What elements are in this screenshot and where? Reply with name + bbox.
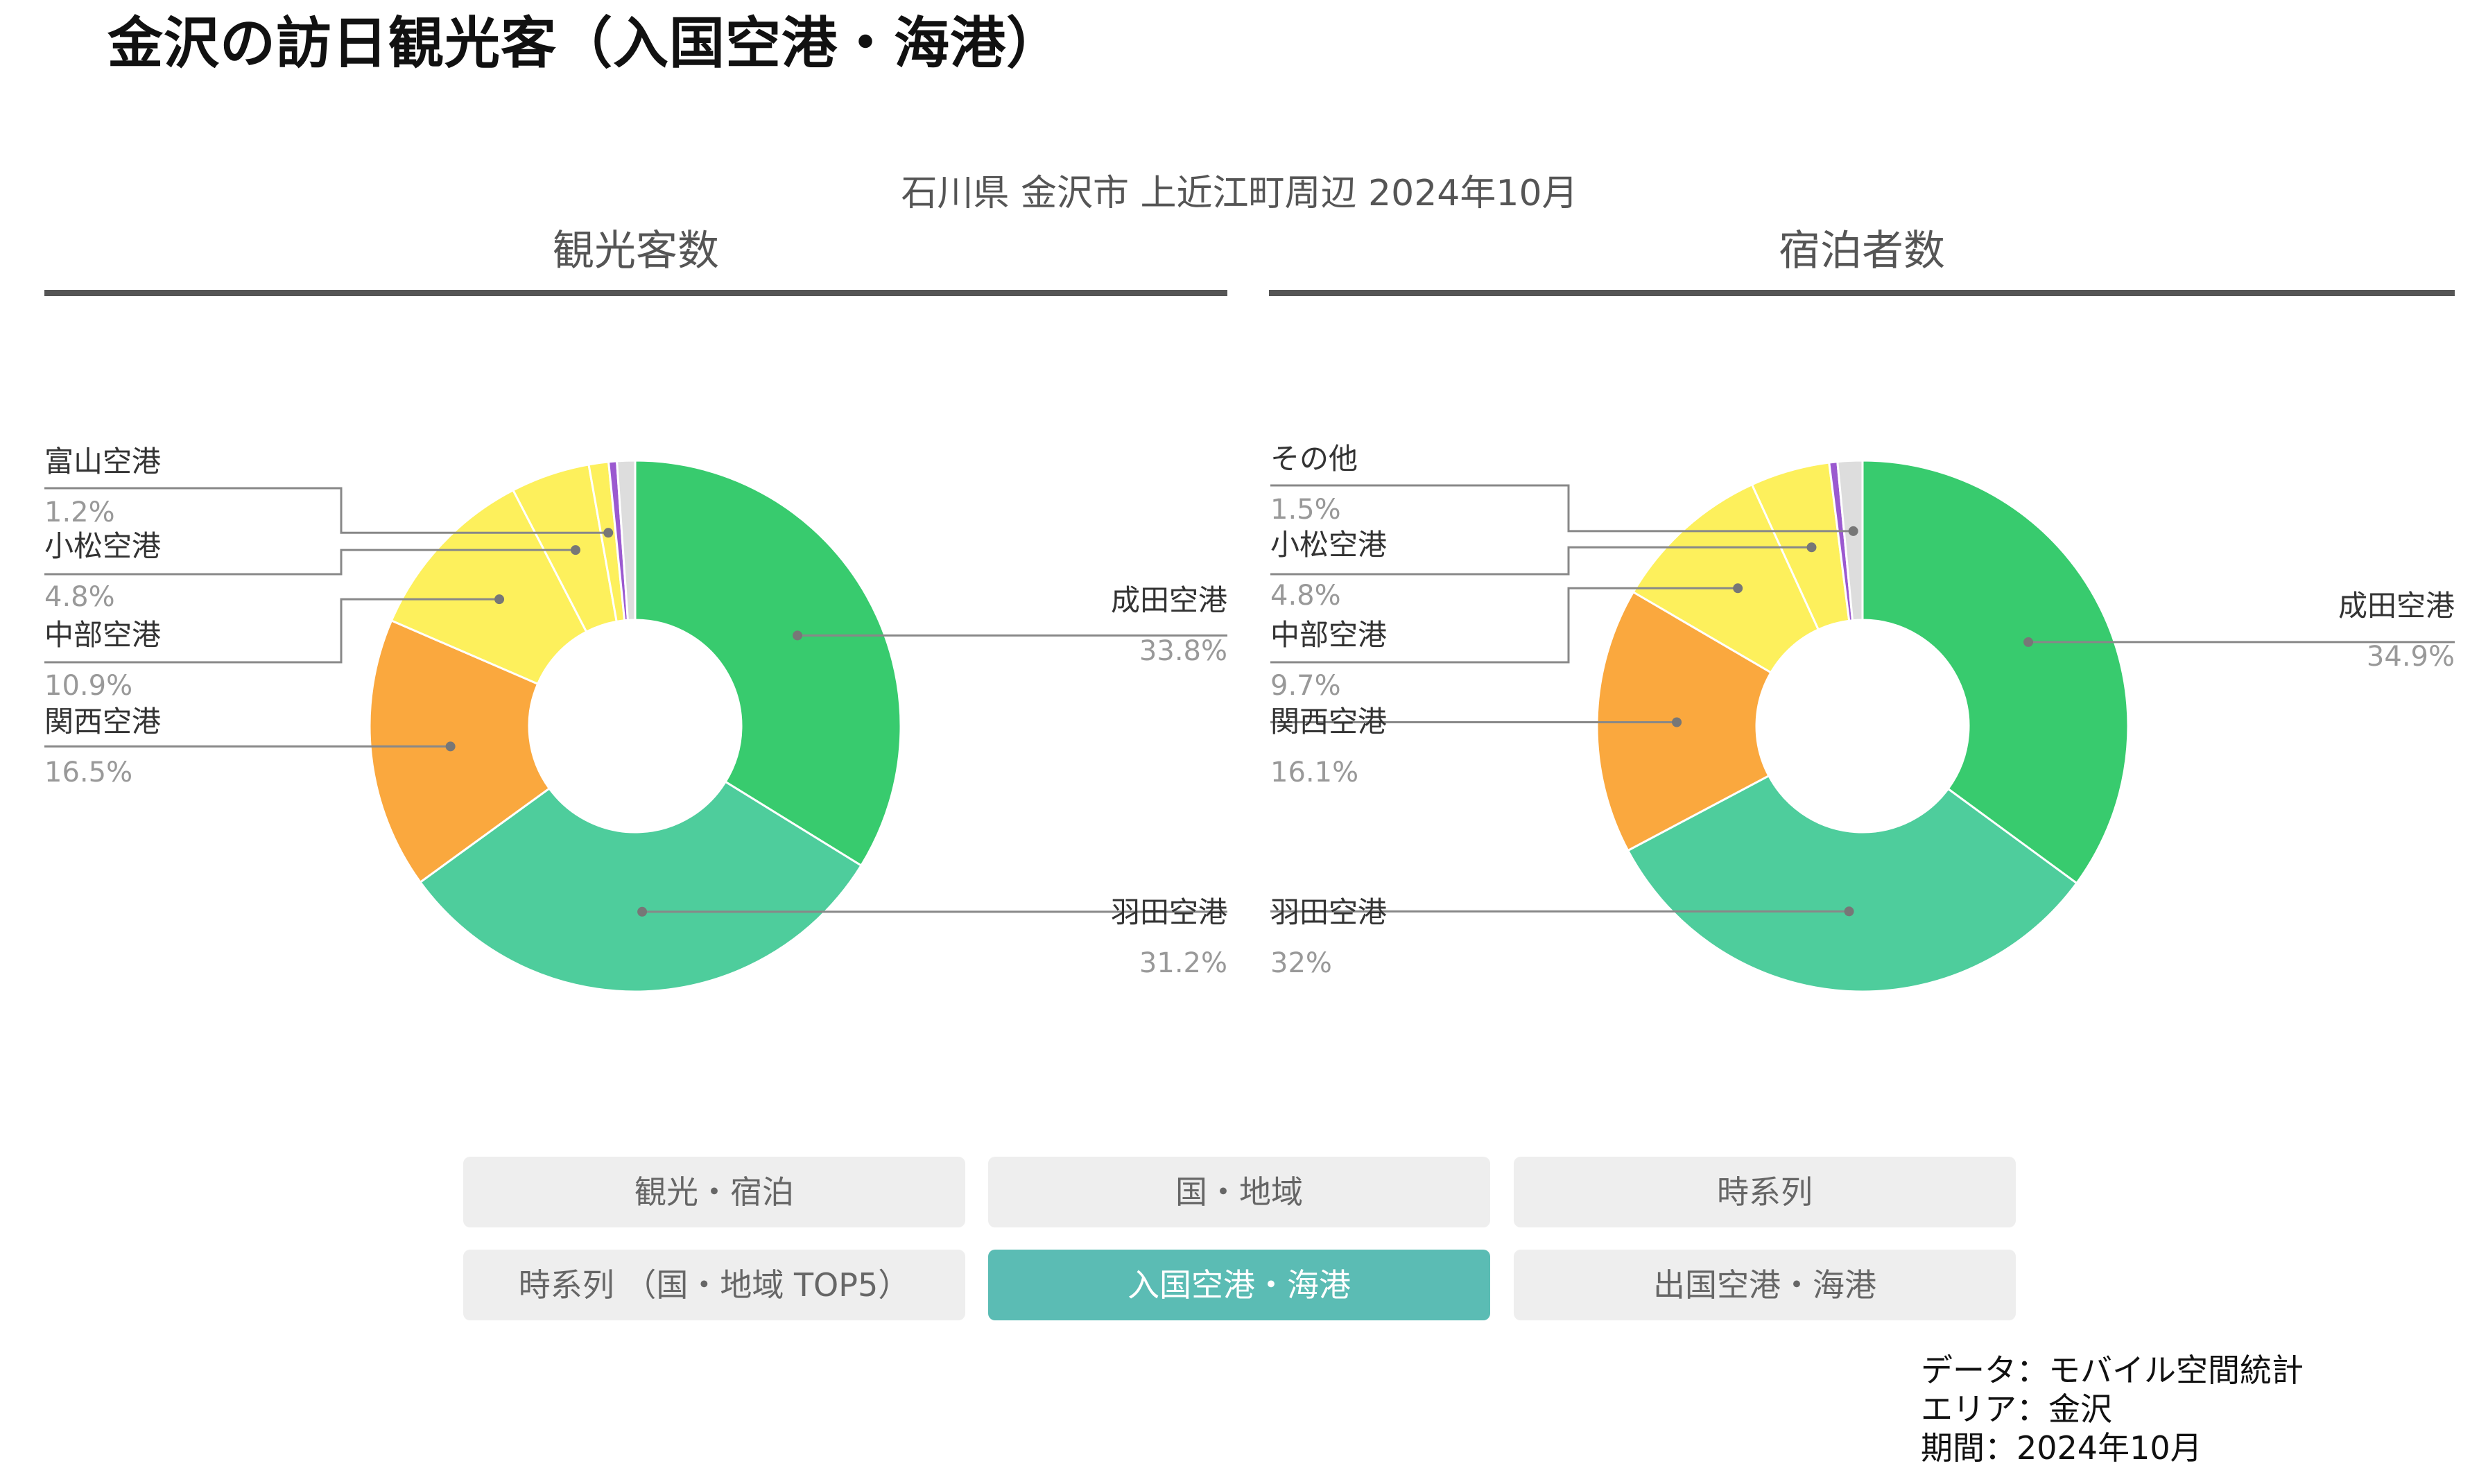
leader-dot	[1806, 542, 1817, 553]
donut-chart-visitors: 成田空港 33.8% 羽田空港 31.2% 関西空港 16.5% 中部空港 10.9% 小松空港…	[44, 445, 1227, 993]
slice-percent: 4.8%	[1270, 580, 1341, 612]
slice-label: 中部空港	[44, 618, 161, 652]
slice-label: 小松空港	[44, 529, 161, 563]
slice-label: 成田空港	[1111, 583, 1227, 617]
slice-label: 羽田空港	[1270, 895, 1387, 929]
leader-dot	[445, 741, 456, 752]
slice-label: 成田空港	[2338, 589, 2455, 623]
slice-label: 関西空港	[1270, 705, 1387, 739]
slice-成田空港[interactable]	[634, 459, 902, 868]
slice-percent: 31.2%	[1139, 947, 1227, 979]
slice-label: 中部空港	[1270, 618, 1387, 652]
tab-visitors-overnight[interactable]: 観光・宿泊	[463, 1157, 965, 1227]
tab-exit-ports[interactable]: 出国空港・海港	[1514, 1250, 2016, 1320]
slice-percent: 34.9%	[2367, 641, 2455, 673]
slice-label: 小松空港	[1270, 528, 1387, 562]
slice-percent: 32%	[1270, 947, 1332, 979]
source-area: エリア：金沢	[1921, 1390, 2112, 1428]
leader-dot	[793, 630, 803, 641]
leader-dot	[1844, 906, 1854, 917]
tab-country-region[interactable]: 国・地域	[988, 1157, 1490, 1227]
data-source-note: データ：モバイル空間統計 エリア：金沢 期間：2024年10月	[1921, 1351, 2304, 1467]
slice-label: 富山空港	[44, 445, 161, 478]
slice-percent: 4.8%	[44, 581, 115, 613]
tab-time-series[interactable]: 時系列	[1514, 1157, 2016, 1227]
tab-entry-ports[interactable]: 入国空港・海港	[988, 1250, 1490, 1320]
slice-percent: 16.5%	[44, 757, 132, 788]
slice-成田空港[interactable]	[1861, 459, 2130, 885]
leader-dot	[494, 594, 505, 605]
leader-dot	[1733, 583, 1743, 594]
source-period: 期間：2024年10月	[1921, 1429, 2202, 1467]
leader-dot	[603, 528, 614, 538]
slice-percent: 10.9%	[44, 670, 132, 702]
slice-label: 関西空港	[44, 705, 161, 739]
slice-label: その他	[1270, 442, 1358, 476]
slice-percent: 16.1%	[1270, 757, 1358, 788]
leader-dot	[570, 545, 580, 555]
slice-label: 羽田空港	[1111, 895, 1227, 929]
leader-dot	[1672, 717, 1682, 727]
source-data: データ：モバイル空間統計	[1921, 1352, 2304, 1389]
slice-percent: 1.5%	[1270, 494, 1341, 526]
slice-percent: 33.8%	[1139, 635, 1227, 667]
donut-chart-overnight: 成田空港 34.9% 羽田空港 32% 関西空港 16.1% 中部空港 9.7% 小松空港 4.8…	[1270, 442, 2455, 993]
leader-dot	[637, 906, 648, 917]
slice-percent: 9.7%	[1270, 670, 1341, 702]
slice-percent: 1.2%	[44, 497, 115, 528]
tab-time-series-top5[interactable]: 時系列 （国・地域 TOP5）	[463, 1250, 965, 1320]
leader-dot	[2023, 637, 2034, 647]
leader-dot	[1848, 526, 1858, 536]
